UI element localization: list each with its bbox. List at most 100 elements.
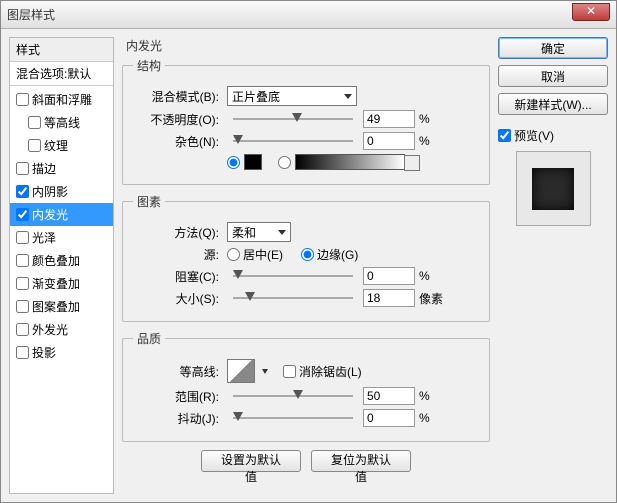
opacity-unit: % — [419, 112, 449, 126]
source-edge-radio[interactable]: 边缘(G) — [301, 246, 358, 263]
ok-button[interactable]: 确定 — [498, 37, 608, 59]
style-checkbox[interactable] — [28, 139, 41, 152]
style-item-11[interactable]: 投影 — [10, 341, 113, 364]
size-unit: 像素 — [419, 290, 449, 307]
gradient-swatch[interactable] — [295, 154, 405, 170]
style-item-label: 等高线 — [44, 114, 80, 131]
style-item-label: 内阴影 — [32, 183, 68, 200]
gradient-radio[interactable] — [278, 156, 291, 169]
right-panel: 确定 取消 新建样式(W)... 预览(V) — [498, 37, 608, 494]
noise-unit: % — [419, 134, 449, 148]
close-icon: ✕ — [586, 4, 596, 18]
style-item-label: 描边 — [32, 160, 56, 177]
style-checkbox[interactable] — [16, 300, 29, 313]
contour-picker[interactable] — [227, 359, 255, 383]
style-item-label: 投影 — [32, 344, 56, 361]
style-checkbox[interactable] — [16, 162, 29, 175]
quality-group: 品质 等高线: 消除锯齿(L) 范围(R): % 抖动(J): — [122, 330, 490, 442]
quality-legend: 品质 — [133, 330, 165, 347]
style-checkbox[interactable] — [16, 185, 29, 198]
reset-default-button[interactable]: 复位为默认值 — [311, 450, 411, 472]
elements-legend: 图素 — [133, 193, 165, 210]
range-input[interactable] — [363, 387, 415, 405]
color-swatch[interactable] — [244, 154, 262, 170]
jitter-input[interactable] — [363, 409, 415, 427]
style-item-7[interactable]: 颜色叠加 — [10, 249, 113, 272]
noise-slider[interactable] — [233, 132, 353, 150]
style-item-9[interactable]: 图案叠加 — [10, 295, 113, 318]
choke-input[interactable] — [363, 267, 415, 285]
contour-label: 等高线: — [133, 363, 223, 380]
settings-panel: 内发光 结构 混合模式(B): 正片叠底 不透明度(O): % 杂色(N): — [122, 37, 490, 494]
range-slider[interactable] — [233, 387, 353, 405]
window-title: 图层样式 — [7, 6, 55, 23]
style-checkbox[interactable] — [16, 208, 29, 221]
style-item-label: 颜色叠加 — [32, 252, 80, 269]
choke-slider[interactable] — [233, 267, 353, 285]
source-center-radio[interactable]: 居中(E) — [227, 246, 283, 263]
opacity-slider[interactable] — [233, 110, 353, 128]
chevron-down-icon — [262, 369, 268, 374]
blend-mode-combo[interactable]: 正片叠底 — [227, 86, 357, 106]
titlebar[interactable]: 图层样式 ✕ — [1, 1, 616, 29]
style-item-2[interactable]: 纹理 — [10, 134, 113, 157]
chevron-down-icon — [410, 160, 416, 165]
range-unit: % — [419, 389, 449, 403]
preview-swatch — [532, 168, 574, 210]
style-checkbox[interactable] — [16, 277, 29, 290]
style-item-4[interactable]: 内阴影 — [10, 180, 113, 203]
style-checkbox[interactable] — [16, 323, 29, 336]
technique-label: 方法(Q): — [133, 224, 223, 241]
elements-group: 图素 方法(Q): 柔和 源: 居中(E) 边缘(G) 阻塞(C): % — [122, 193, 490, 322]
color-radio[interactable] — [227, 156, 240, 169]
style-item-label: 内发光 — [32, 206, 68, 223]
cancel-button[interactable]: 取消 — [498, 65, 608, 87]
style-item-10[interactable]: 外发光 — [10, 318, 113, 341]
jitter-slider[interactable] — [233, 409, 353, 427]
style-item-label: 斜面和浮雕 — [32, 91, 92, 108]
size-slider[interactable] — [233, 289, 353, 307]
blend-options-default[interactable]: 混合选项:默认 — [10, 62, 113, 86]
layer-style-dialog: 图层样式 ✕ 样式 混合选项:默认 斜面和浮雕等高线纹理描边内阴影内发光光泽颜色… — [0, 0, 617, 503]
style-checkbox[interactable] — [28, 116, 41, 129]
jitter-label: 抖动(J): — [133, 410, 223, 427]
style-item-8[interactable]: 渐变叠加 — [10, 272, 113, 295]
noise-input[interactable] — [363, 132, 415, 150]
styles-header[interactable]: 样式 — [10, 38, 113, 62]
style-item-5[interactable]: 内发光 — [10, 203, 113, 226]
style-item-label: 外发光 — [32, 321, 68, 338]
size-input[interactable] — [363, 289, 415, 307]
make-default-button[interactable]: 设置为默认值 — [201, 450, 301, 472]
preview-canvas — [516, 151, 591, 226]
jitter-unit: % — [419, 411, 449, 425]
technique-combo[interactable]: 柔和 — [227, 222, 291, 242]
style-checkbox[interactable] — [16, 254, 29, 267]
choke-unit: % — [419, 269, 449, 283]
style-item-1[interactable]: 等高线 — [10, 111, 113, 134]
structure-legend: 结构 — [133, 57, 165, 74]
style-item-label: 光泽 — [32, 229, 56, 246]
size-label: 大小(S): — [133, 290, 223, 307]
styles-panel: 样式 混合选项:默认 斜面和浮雕等高线纹理描边内阴影内发光光泽颜色叠加渐变叠加图… — [9, 37, 114, 494]
style-item-label: 渐变叠加 — [32, 275, 80, 292]
preview-checkbox[interactable]: 预览(V) — [498, 127, 554, 144]
style-item-6[interactable]: 光泽 — [10, 226, 113, 249]
style-item-label: 图案叠加 — [32, 298, 80, 315]
source-label: 源: — [133, 246, 223, 263]
blend-mode-label: 混合模式(B): — [133, 88, 223, 105]
style-checkbox[interactable] — [16, 346, 29, 359]
panel-title: 内发光 — [122, 37, 490, 57]
style-item-3[interactable]: 描边 — [10, 157, 113, 180]
noise-label: 杂色(N): — [133, 133, 223, 150]
opacity-input[interactable] — [363, 110, 415, 128]
structure-group: 结构 混合模式(B): 正片叠底 不透明度(O): % 杂色(N): % — [122, 57, 490, 185]
opacity-label: 不透明度(O): — [133, 111, 223, 128]
style-item-0[interactable]: 斜面和浮雕 — [10, 88, 113, 111]
close-button[interactable]: ✕ — [572, 3, 610, 21]
range-label: 范围(R): — [133, 388, 223, 405]
preview-group: 预览(V) — [498, 127, 608, 226]
style-checkbox[interactable] — [16, 93, 29, 106]
new-style-button[interactable]: 新建样式(W)... — [498, 93, 608, 115]
antialias-checkbox[interactable]: 消除锯齿(L) — [283, 363, 362, 380]
style-checkbox[interactable] — [16, 231, 29, 244]
